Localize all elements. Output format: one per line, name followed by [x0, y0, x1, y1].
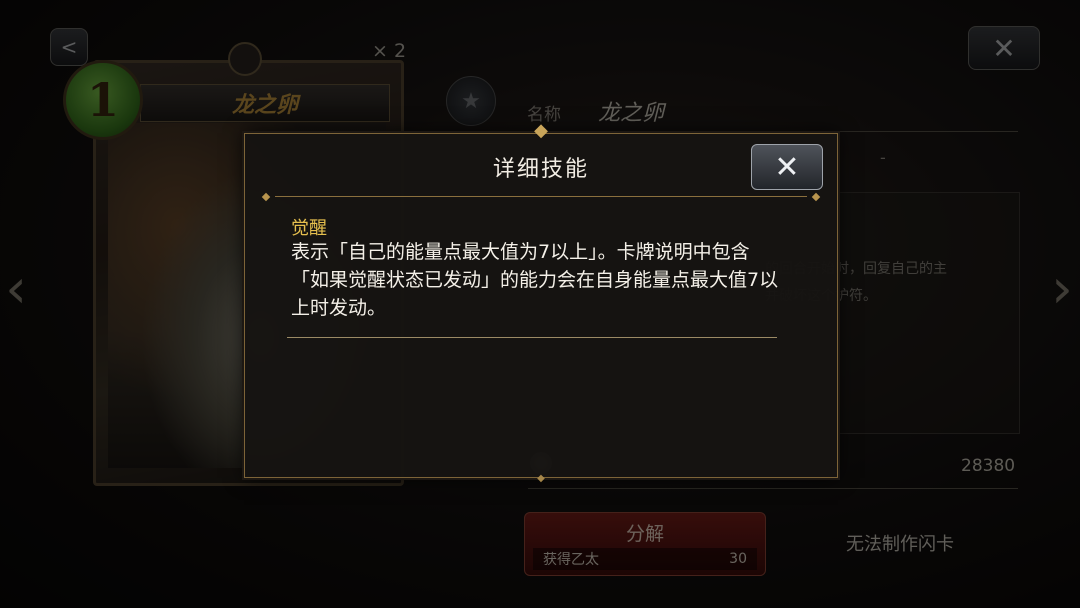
dismantle-reward-value: 30 — [729, 551, 747, 567]
share-button[interactable]: < — [50, 28, 88, 66]
info-divider — [528, 131, 1018, 132]
card-emblem-icon — [228, 42, 262, 76]
close-icon: ✕ — [992, 31, 1016, 65]
info-divider — [528, 488, 1018, 489]
screen-close-button[interactable]: ✕ — [968, 26, 1040, 70]
skill-divider — [287, 337, 777, 338]
flash-card-button[interactable]: 无法制作闪卡 — [780, 512, 1020, 574]
chevron-right-icon: › — [1051, 256, 1073, 320]
next-card-button[interactable]: › — [1048, 248, 1076, 328]
star-icon: ★ — [461, 88, 481, 114]
info-name-value: 龙之卵 — [598, 101, 665, 126]
skill-name: 觉醒 — [291, 218, 327, 239]
ether-balance: 28380 — [961, 456, 1016, 476]
ornament-icon: ◆ — [534, 119, 548, 141]
info-row2-value: - — [880, 148, 886, 167]
dialog-close-button[interactable]: ✕ — [751, 144, 823, 190]
dismantle-button[interactable]: 分解 获得乙太 30 — [524, 512, 766, 576]
ornament-icon: ◆ — [537, 473, 545, 484]
dialog-title: 详细技能 — [492, 157, 589, 182]
dismantle-reward: 获得乙太 30 — [533, 548, 757, 570]
card-copies-count: × 2 — [372, 40, 407, 62]
chevron-left-icon: ‹ — [5, 256, 27, 320]
skill-detail-dialog: ◆ 详细技能 ✕ 觉醒 表示「自己的能量点最大值为7以上」。卡牌说明中包含「如果… — [244, 120, 838, 484]
share-icon: < — [60, 35, 78, 59]
dismantle-reward-label: 获得乙太 — [543, 552, 599, 568]
previous-card-button[interactable]: ‹ — [2, 248, 30, 328]
skill-description: 表示「自己的能量点最大值为7以上」。卡牌说明中包含「如果觉醒状态已发动」的能力会… — [291, 241, 779, 319]
card-cost-badge: 1 — [63, 60, 143, 140]
dismantle-label: 分解 — [625, 523, 664, 545]
dialog-divider — [259, 192, 823, 202]
card-name: 龙之卵 — [140, 84, 390, 122]
close-icon: ✕ — [774, 149, 800, 185]
favorite-button[interactable]: ★ — [446, 76, 496, 126]
